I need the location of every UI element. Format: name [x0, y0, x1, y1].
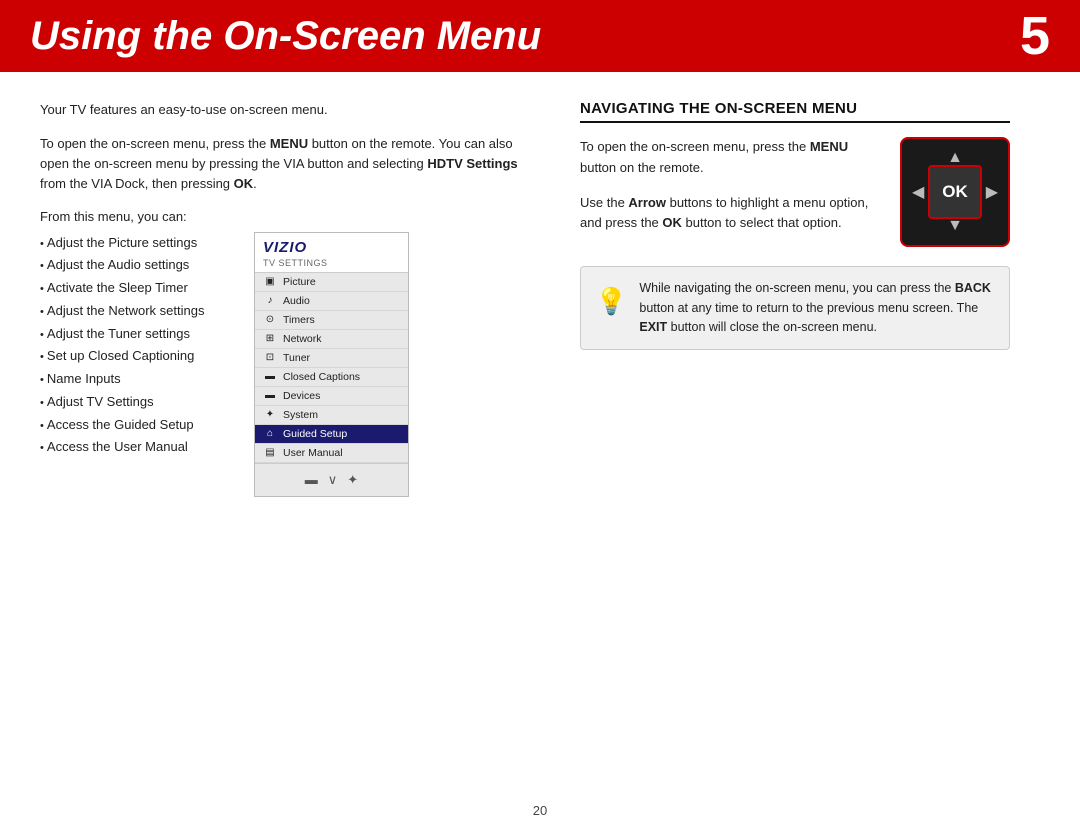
- tv-menu-item: ▬ Closed Captions: [255, 368, 408, 387]
- tip-back-label: BACK: [955, 281, 991, 295]
- arrow-left-icon: ◀: [912, 182, 924, 202]
- tv-menu-item-label: Audio: [283, 295, 310, 307]
- tip-text: While navigating the on-screen menu, you…: [639, 279, 995, 337]
- tv-menu-item-label: Closed Captions: [283, 371, 360, 383]
- nav-para1: To open the on-screen menu, press the ME…: [580, 137, 882, 179]
- page-header: Using the On-Screen Menu 5: [0, 0, 1080, 72]
- section-heading: NAVIGATING THE ON-SCREEN MENU: [580, 100, 1010, 123]
- menu-footer-icon2: ∨: [328, 472, 338, 488]
- tv-menu-item-icon: ▬: [263, 390, 277, 401]
- tv-menu-item: ⌂ Guided Setup: [255, 425, 408, 444]
- intro-para1: To open the on-screen menu, press the ME…: [40, 134, 540, 194]
- para1-bold1: MENU: [270, 136, 308, 151]
- vizio-logo: VIZIO: [263, 239, 400, 256]
- tv-menu-item-label: Picture: [283, 276, 316, 288]
- menu-footer-icon3: ✦: [347, 472, 358, 488]
- para1-text1: To open the on-screen menu, press the: [40, 136, 270, 151]
- tv-menu-item: ⊡ Tuner: [255, 349, 408, 368]
- lightbulb-icon: 💡: [595, 281, 627, 337]
- tv-menu-item: ✦ System: [255, 406, 408, 425]
- nav-bold3: OK: [662, 215, 682, 230]
- feature-list: Adjust the Picture settingsAdjust the Au…: [40, 232, 230, 497]
- arrow-down-icon: ▼: [947, 217, 963, 235]
- menu-footer-icon1: ▬: [305, 472, 318, 487]
- tv-menu-item-icon: ⊙: [263, 314, 277, 325]
- tv-menu-item-icon: ⊡: [263, 352, 277, 363]
- nav-text-block: To open the on-screen menu, press the ME…: [580, 137, 882, 248]
- nav-text1-1: To open the on-screen menu, press the: [580, 139, 810, 154]
- from-menu-label: From this menu, you can:: [40, 209, 540, 224]
- list-item: Activate the Sleep Timer: [40, 277, 230, 300]
- list-item: Access the Guided Setup: [40, 414, 230, 437]
- tv-menu-item-label: User Manual: [283, 447, 343, 459]
- tv-menu-header: VIZIO TV SETTINGS: [255, 233, 408, 273]
- nav-text2-1: Use the: [580, 195, 628, 210]
- nav-para2: Use the Arrow buttons to highlight a men…: [580, 193, 882, 235]
- tv-menu-screenshot: VIZIO TV SETTINGS ▣ Picture ♪ Audio ⊙ Timers ⊞…: [254, 232, 409, 497]
- tv-menu-items: ▣ Picture ♪ Audio ⊙ Timers ⊞ Network ⊡ Tuner ▬ Clos…: [255, 273, 408, 463]
- tv-menu-item-icon: ⊞: [263, 333, 277, 344]
- main-content: Your TV features an easy-to-use on-scree…: [0, 72, 1080, 517]
- tv-menu-item-icon: ▬: [263, 371, 277, 382]
- right-column: NAVIGATING THE ON-SCREEN MENU To open th…: [580, 100, 1010, 497]
- nav-bold1: MENU: [810, 139, 848, 154]
- tv-menu-item: ⊞ Network: [255, 330, 408, 349]
- nav-text1-2: button on the remote.: [580, 160, 704, 175]
- page-number: 20: [533, 803, 547, 818]
- nav-text2-3: button to select that option.: [682, 215, 842, 230]
- tv-menu-item-icon: ✦: [263, 409, 277, 420]
- nav-bold2: Arrow: [628, 195, 666, 210]
- para1-bold3: OK: [234, 176, 254, 191]
- list-item: Adjust TV Settings: [40, 391, 230, 414]
- left-column: Your TV features an easy-to-use on-scree…: [40, 100, 540, 497]
- list-item: Adjust the Audio settings: [40, 254, 230, 277]
- tv-menu-item-icon: ▣: [263, 276, 277, 287]
- para1-text4: .: [253, 176, 257, 191]
- para1-text3: from the VIA Dock, then pressing: [40, 176, 234, 191]
- list-item: Name Inputs: [40, 368, 230, 391]
- tv-menu-item-label: Devices: [283, 390, 320, 402]
- list-item: Adjust the Tuner settings: [40, 323, 230, 346]
- intro-line1: Your TV features an easy-to-use on-scree…: [40, 100, 540, 120]
- tv-menu-item-label: System: [283, 409, 318, 421]
- tv-menu-item-label: Timers: [283, 314, 315, 326]
- tip-box: 💡 While navigating the on-screen menu, y…: [580, 266, 1010, 350]
- tv-menu-item-label: Guided Setup: [283, 428, 347, 440]
- tv-menu-item: ▤ User Manual: [255, 444, 408, 463]
- tv-menu-item: ⊙ Timers: [255, 311, 408, 330]
- tip-exit-label: EXIT: [639, 320, 667, 334]
- list-item: Adjust the Network settings: [40, 300, 230, 323]
- arrow-right-icon: ▶: [986, 182, 998, 202]
- list-item: Access the User Manual: [40, 436, 230, 459]
- tv-menu-item-label: Network: [283, 333, 322, 345]
- list-item: Set up Closed Captioning: [40, 345, 230, 368]
- tv-menu-footer: ▬ ∨ ✦: [255, 463, 408, 496]
- lower-two-col: Adjust the Picture settingsAdjust the Au…: [40, 232, 540, 497]
- tv-menu-item-icon: ⌂: [263, 428, 277, 439]
- tv-settings-label: TV SETTINGS: [263, 258, 400, 268]
- tv-menu-item: ♪ Audio: [255, 292, 408, 311]
- chapter-number: 5: [1020, 5, 1050, 67]
- ok-center-button: OK: [928, 165, 982, 219]
- tv-menu-item-icon: ♪: [263, 295, 277, 306]
- right-upper-block: To open the on-screen menu, press the ME…: [580, 137, 1010, 248]
- para1-bold2: HDTV Settings: [427, 156, 517, 171]
- tv-menu-item-icon: ▤: [263, 447, 277, 458]
- tv-menu-item-label: Tuner: [283, 352, 310, 364]
- list-item: Adjust the Picture settings: [40, 232, 230, 255]
- tv-menu-item: ▬ Devices: [255, 387, 408, 406]
- ok-button-graphic: ▲ ▼ ◀ ▶ OK: [900, 137, 1010, 247]
- tv-menu-item: ▣ Picture: [255, 273, 408, 292]
- page-title: Using the On-Screen Menu: [30, 14, 541, 59]
